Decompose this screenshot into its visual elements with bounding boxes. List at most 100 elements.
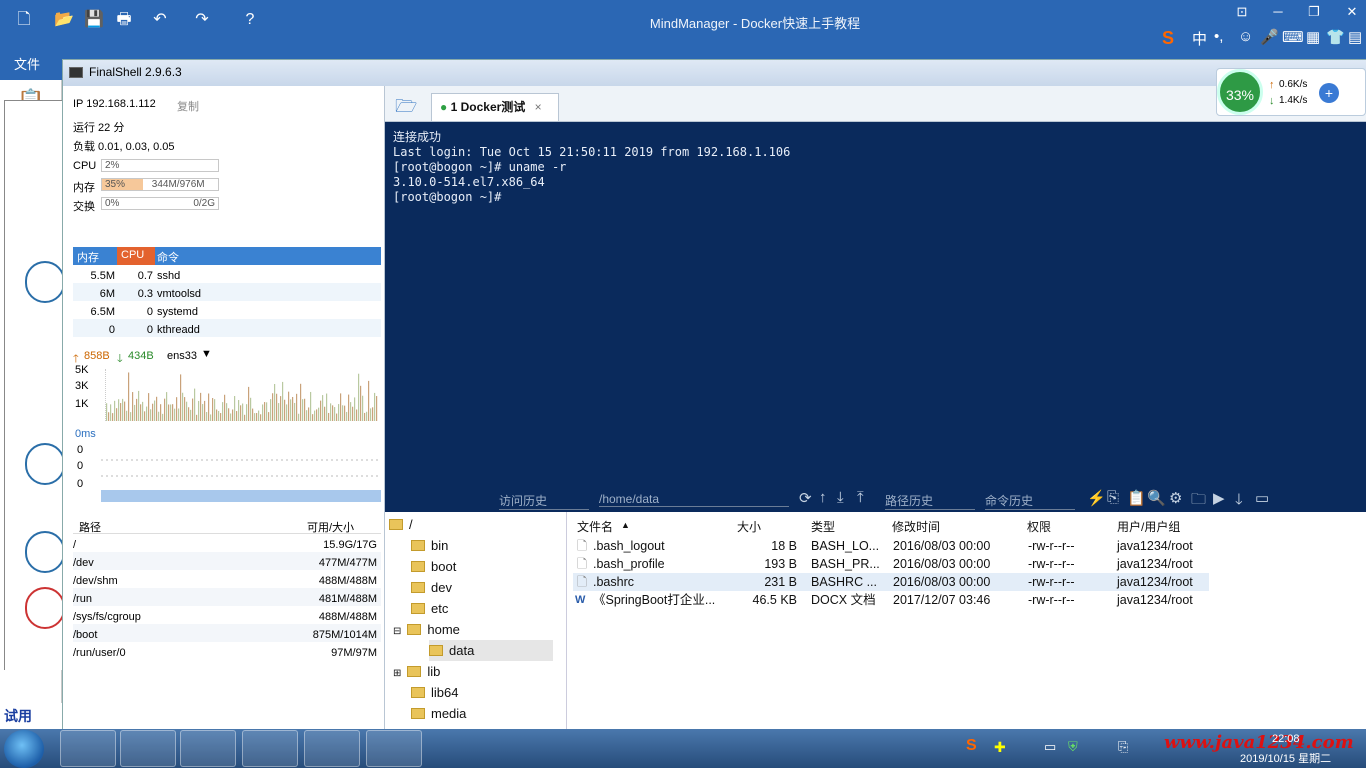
mic-icon[interactable]: 🎤: [1260, 28, 1279, 46]
terminal[interactable]: 连接成功 Last login: Tue Oct 15 21:50:11 201…: [385, 122, 1366, 512]
clock-time[interactable]: 22:08: [1272, 733, 1300, 745]
tray-network-icon[interactable]: ⎘: [1118, 739, 1128, 755]
search-icon[interactable]: 🔍: [1147, 489, 1166, 507]
maximize-icon[interactable]: ▭: [1255, 489, 1269, 507]
download-icon[interactable]: ⤓: [837, 489, 844, 506]
process-row[interactable]: 6M 0.3 vmtoolsd: [73, 283, 381, 301]
chevron-down-icon[interactable]: ▼: [201, 348, 212, 360]
ime-lang-icon[interactable]: 中: [1192, 28, 1207, 49]
col-header-name[interactable]: 文件名: [577, 518, 613, 535]
path-history-button[interactable]: 路径历史: [885, 492, 975, 510]
tree-item-boot[interactable]: boot: [411, 556, 456, 577]
col-header-owner[interactable]: 用户/用户组: [1117, 518, 1180, 535]
restore-icon[interactable]: ❐: [1304, 2, 1324, 22]
copy-icon[interactable]: ⎘: [1107, 489, 1119, 506]
tree-item-root[interactable]: /: [389, 514, 413, 535]
map-topic[interactable]: [25, 531, 65, 573]
process-row[interactable]: 5.5M 0.7 sshd: [73, 265, 381, 283]
tree-item-etc[interactable]: etc: [411, 598, 448, 619]
minimize-icon[interactable]: ─: [1268, 2, 1288, 22]
close-tab-icon[interactable]: ×: [535, 100, 542, 114]
disk-row[interactable]: /boot 875M/1014M: [73, 624, 381, 642]
visit-history-button[interactable]: 访问历史: [499, 492, 589, 510]
net-iface-select[interactable]: ens33: [167, 350, 197, 362]
taskbar-app-finalshell[interactable]: [242, 730, 298, 767]
path-input[interactable]: /home/data: [599, 492, 789, 507]
boost-icon[interactable]: +: [1319, 83, 1339, 103]
sogou-logo-icon[interactable]: S: [1162, 28, 1174, 49]
disk-row[interactable]: /sys/fs/cgroup 488M/488M: [73, 606, 381, 624]
lightning-icon[interactable]: ⚡: [1087, 489, 1106, 507]
toolbox-icon[interactable]: ▤: [1348, 28, 1362, 46]
tree-item-media[interactable]: media: [411, 703, 466, 724]
net-speed-widget[interactable]: 33% ↑ 0.6K/s ↓ 1.4K/s +: [1216, 68, 1366, 116]
play-icon[interactable]: ▶: [1213, 489, 1225, 507]
disk-row[interactable]: /dev 477M/477M: [73, 552, 381, 570]
clock-date[interactable]: 2019/10/15 星期二: [1240, 750, 1331, 766]
tree-item-bin[interactable]: bin: [411, 535, 448, 556]
collapse-icon[interactable]: ⊟: [393, 626, 401, 637]
taskbar-app-pinwheel[interactable]: [60, 730, 116, 767]
taskbar-app-folder[interactable]: [366, 730, 422, 767]
start-button[interactable]: [4, 730, 44, 768]
col-header-type[interactable]: 类型: [811, 518, 835, 535]
disk-row[interactable]: /dev/shm 488M/488M: [73, 570, 381, 588]
tree-item-data[interactable]: data: [429, 640, 553, 661]
proc-header-cpu[interactable]: CPU: [117, 247, 155, 265]
map-topic[interactable]: [25, 443, 65, 485]
file-row[interactable]: W 《SpringBoot打企业... 46.5 KB DOCX 文档 2017…: [573, 591, 1209, 609]
tree-item-lib[interactable]: ⊞ lib: [393, 661, 440, 682]
col-header-perm[interactable]: 权限: [1027, 518, 1051, 535]
disk-row[interactable]: /15.9G/17G: [73, 534, 381, 552]
taskbar-app-chrome[interactable]: [304, 730, 360, 767]
process-row[interactable]: 0 0 kthreadd: [73, 319, 381, 337]
file-row[interactable]: 🗋 .bashrc 231 B BASHRC ... 2016/08/03 00…: [573, 573, 1209, 591]
keyboard-icon[interactable]: ⌨: [1282, 28, 1304, 46]
tray-shield-icon[interactable]: ⛨: [1068, 739, 1078, 755]
proc-header-mem[interactable]: 内存: [77, 249, 99, 265]
finalshell-titlebar[interactable]: FinalShell 2.9.6.3: [63, 60, 1366, 86]
taskbar-app-mindmanager[interactable]: [120, 730, 176, 767]
command-history-button[interactable]: 命令历史: [985, 492, 1075, 510]
map-topic[interactable]: [25, 587, 65, 629]
file-row[interactable]: 🗋 .bash_logout 18 B BASH_LO... 2016/08/0…: [573, 537, 1209, 555]
refresh-icon[interactable]: ⟳: [799, 489, 812, 507]
file-tab[interactable]: 文件: [14, 54, 40, 73]
file-row[interactable]: 🗋 .bash_profile 193 B BASH_PR... 2016/08…: [573, 555, 1209, 573]
disk-row[interactable]: /run 481M/488M: [73, 588, 381, 606]
disk-header-size[interactable]: 可用/大小: [307, 519, 354, 535]
tab-docker-session[interactable]: ● 1 Docker测试 ×: [431, 93, 559, 121]
proc-header-cmd[interactable]: 命令: [157, 249, 179, 265]
paste-icon[interactable]: 📋: [1127, 489, 1146, 507]
folder-icon[interactable]: 🗀: [1191, 489, 1206, 514]
sort-asc-icon[interactable]: ▲: [621, 520, 630, 530]
copy-ip-button[interactable]: 复制: [177, 98, 199, 114]
up-dir-icon[interactable]: ↑: [819, 489, 827, 506]
close-icon[interactable]: ✕: [1342, 2, 1362, 22]
ribbon-options-icon[interactable]: ⊡: [1232, 2, 1252, 22]
col-header-mtime[interactable]: 修改时间: [892, 518, 940, 535]
disk-header-path[interactable]: 路径: [79, 519, 101, 535]
apps-icon[interactable]: ▦: [1306, 28, 1320, 46]
col-header-size[interactable]: 大小: [737, 518, 761, 535]
disk-row[interactable]: /run/user/0 97M/97M: [73, 642, 381, 660]
upload-icon[interactable]: ⤒: [857, 489, 864, 506]
map-topic[interactable]: [25, 261, 65, 303]
gear-icon[interactable]: ⚙: [1169, 489, 1182, 507]
process-row[interactable]: 6.5M 0 systemd: [73, 301, 381, 319]
tray-monitor-icon[interactable]: ▭: [1044, 739, 1056, 755]
tree-item-dev[interactable]: dev: [411, 577, 452, 598]
tree-item-lib64[interactable]: lib64: [411, 682, 458, 703]
arrow-down-icon[interactable]: 🡓: [1235, 489, 1243, 514]
tray-sogou-icon[interactable]: S: [966, 737, 977, 755]
expand-icon[interactable]: ⊞: [393, 668, 401, 679]
trial-label[interactable]: 试用: [0, 703, 62, 729]
skin-icon[interactable]: 👕: [1326, 28, 1345, 46]
tray-plus-icon[interactable]: ✚: [994, 739, 1006, 756]
map-canvas[interactable]: [4, 100, 65, 670]
taskbar-app-explorer[interactable]: [180, 730, 236, 767]
emoji-icon[interactable]: ☺: [1238, 28, 1253, 45]
tree-item-home[interactable]: ⊟ home: [393, 619, 460, 640]
folder-open-icon[interactable]: 🗁: [395, 94, 417, 124]
punctuation-icon[interactable]: •,: [1214, 28, 1223, 45]
